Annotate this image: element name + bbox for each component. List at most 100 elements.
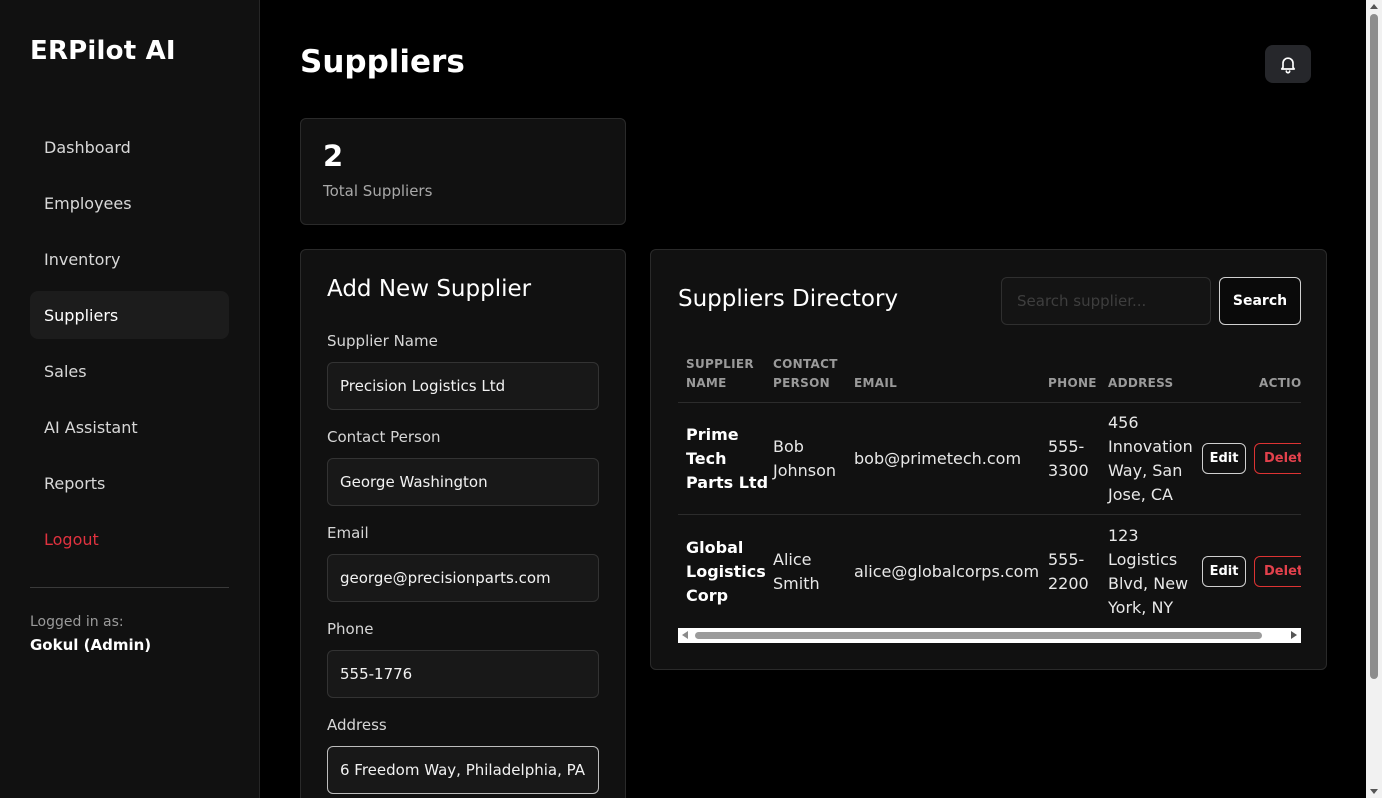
header-line: PERSON	[773, 376, 830, 390]
logged-in-label: Logged in as:	[30, 614, 124, 630]
add-supplier-form: Add New Supplier Supplier Name Precision…	[300, 249, 626, 798]
header-divider	[678, 402, 1301, 403]
bell-icon	[1280, 57, 1296, 74]
header-line: SUPPLIER	[686, 357, 754, 371]
sidebar-item-sales[interactable]: Sales	[30, 347, 229, 395]
delete-button[interactable]: Delete	[1254, 443, 1301, 474]
sidebar-item-logout[interactable]: Logout	[30, 515, 229, 563]
address-cell: 456 Innovation Way, San Jose, CA	[1108, 411, 1193, 507]
search-input[interactable]: Search supplier...	[1001, 277, 1211, 325]
sidebar-item-label: Sales	[44, 361, 87, 381]
cell-line: Innovation	[1108, 437, 1193, 456]
cell-line: 555-	[1048, 437, 1085, 456]
sidebar-item-label: AI Assistant	[44, 417, 138, 437]
column-header-email: EMAIL	[854, 376, 898, 390]
cell-line: 123	[1108, 526, 1139, 545]
column-header-actions: ACTIONS	[1259, 376, 1301, 390]
total-suppliers-label: Total Suppliers	[323, 182, 433, 200]
cell-line: Alice	[773, 550, 812, 569]
supplier-name-label: Supplier Name	[327, 332, 438, 350]
phone-input[interactable]: 555-1776	[327, 650, 599, 698]
column-header-phone: PHONE	[1048, 376, 1097, 390]
cell-line: York, NY	[1108, 598, 1174, 617]
suppliers-directory: Suppliers Directory Search supplier... S…	[650, 249, 1327, 670]
contact-person-cell: Alice Smith	[773, 548, 820, 596]
page-title: Suppliers	[300, 44, 465, 80]
sidebar-item-inventory[interactable]: Inventory	[30, 235, 229, 283]
sidebar-item-suppliers[interactable]: Suppliers	[30, 291, 229, 339]
sidebar-item-label: Dashboard	[44, 137, 131, 157]
email-value: george@precisionparts.com	[340, 569, 551, 587]
address-input[interactable]: 6 Freedom Way, Philadelphia, PA	[327, 746, 599, 794]
address-value: 6 Freedom Way, Philadelphia, PA	[340, 761, 585, 779]
brand-logo: ERPilot AI	[30, 36, 176, 66]
supplier-name-cell: Global Logistics Corp	[686, 536, 766, 608]
edit-button[interactable]: Edit	[1202, 556, 1246, 587]
delete-button[interactable]: Delete	[1254, 556, 1301, 587]
contact-person-value: George Washington	[340, 473, 488, 491]
cell-line: Prime	[686, 425, 739, 444]
cell-line: Parts Ltd	[686, 473, 769, 492]
email-label: Email	[327, 524, 369, 542]
row-divider	[678, 514, 1301, 515]
sidebar-item-employees[interactable]: Employees	[30, 179, 229, 227]
cell-line: Blvd, New	[1108, 574, 1189, 593]
address-label: Address	[327, 716, 387, 734]
table-horizontal-scrollbar[interactable]	[678, 628, 1301, 643]
sidebar-item-label: Employees	[44, 193, 132, 213]
email-input[interactable]: george@precisionparts.com	[327, 554, 599, 602]
scroll-left-arrow-icon[interactable]	[682, 631, 688, 639]
cell-line: Johnson	[773, 461, 837, 480]
sidebar-item-dashboard[interactable]: Dashboard	[30, 123, 229, 171]
cell-line: 555-	[1048, 550, 1085, 569]
cell-line: Logistics	[1108, 550, 1178, 569]
cell-line: Logistics	[686, 562, 766, 581]
scroll-up-arrow-icon[interactable]	[1370, 4, 1378, 9]
scroll-thumb[interactable]	[1370, 14, 1378, 679]
sidebar-item-label: Reports	[44, 473, 106, 493]
edit-button[interactable]: Edit	[1202, 443, 1246, 474]
contact-person-label: Contact Person	[327, 428, 441, 446]
phone-label: Phone	[327, 620, 374, 638]
notifications-button[interactable]	[1265, 45, 1311, 83]
sidebar-item-label: Logout	[44, 529, 99, 549]
scroll-thumb[interactable]	[695, 632, 1262, 639]
cell-line: Tech	[686, 449, 727, 468]
phone-cell: 555- 3300	[1048, 435, 1089, 483]
sidebar-item-reports[interactable]: Reports	[30, 459, 229, 507]
cell-line: 3300	[1048, 461, 1089, 480]
supplier-name-cell: Prime Tech Parts Ltd	[686, 423, 768, 495]
cell-line: Global	[686, 538, 744, 557]
phone-value: 555-1776	[340, 665, 413, 683]
total-suppliers-value: 2	[323, 139, 344, 173]
supplier-name-input[interactable]: Precision Logistics Ltd	[327, 362, 599, 410]
sidebar-item-label: Inventory	[44, 249, 121, 269]
directory-title: Suppliers Directory	[678, 286, 899, 312]
cell-line: 456	[1108, 413, 1139, 432]
sidebar-divider	[30, 587, 229, 588]
sidebar-nav: Dashboard Employees Inventory Suppliers …	[30, 123, 229, 571]
email-cell: bob@primetech.com	[854, 449, 1022, 468]
header-line: CONTACT	[773, 357, 838, 371]
contact-person-input[interactable]: George Washington	[327, 458, 599, 506]
total-suppliers-card: 2 Total Suppliers	[300, 118, 626, 225]
scroll-right-arrow-icon[interactable]	[1291, 631, 1297, 639]
search-button[interactable]: Search	[1219, 277, 1301, 325]
supplier-name-value: Precision Logistics Ltd	[340, 377, 506, 395]
form-title: Add New Supplier	[327, 276, 532, 302]
suppliers-table: SUPPLIER NAME CONTACT PERSON EMAIL PHONE…	[678, 350, 1301, 644]
logged-in-user: Gokul (Admin)	[30, 636, 152, 654]
sidebar: ERPilot AI Dashboard Employees Inventory…	[0, 0, 260, 798]
cell-line: Way, San	[1108, 461, 1183, 480]
phone-cell: 555- 2200	[1048, 548, 1089, 596]
page-vertical-scrollbar[interactable]	[1366, 0, 1382, 798]
sidebar-item-ai-assistant[interactable]: AI Assistant	[30, 403, 229, 451]
cell-line: 2200	[1048, 574, 1089, 593]
header-line: NAME	[686, 376, 727, 390]
email-cell: alice@globalcorps.com	[854, 562, 1040, 581]
column-header-address: ADDRESS	[1108, 376, 1174, 390]
cell-line: Jose, CA	[1108, 485, 1173, 504]
column-header-supplier-name: SUPPLIER NAME	[686, 355, 754, 393]
search-placeholder: Search supplier...	[1017, 292, 1147, 310]
scroll-down-arrow-icon[interactable]	[1370, 789, 1378, 794]
